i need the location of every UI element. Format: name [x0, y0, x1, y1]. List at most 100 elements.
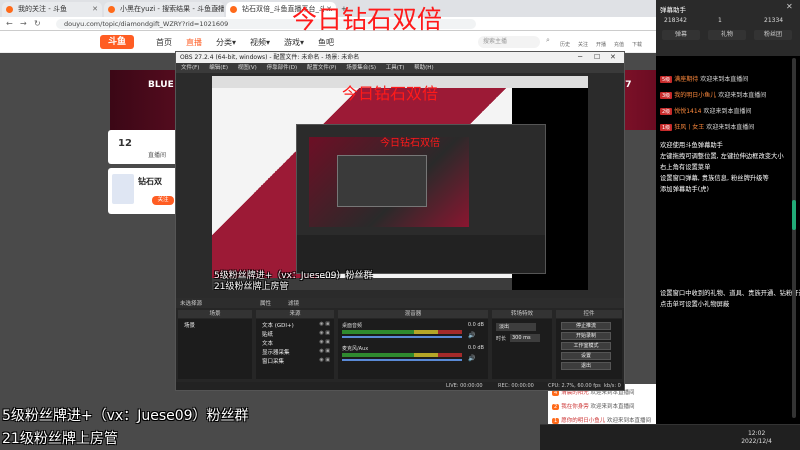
danmaku-message: 2级 悦悦1414 欢迎来到本直播间 [660, 108, 752, 115]
chat-line: 2 我在你身旁 欢迎来到本直播间 [552, 404, 635, 410]
eye-icon[interactable]: ◉ ▣ [319, 321, 330, 327]
live-time: LIVE: 00:00:00 [446, 383, 483, 389]
preview-headline: 今日钻石双倍 [342, 84, 439, 103]
start-recording-button[interactable]: 开始录制 [561, 332, 611, 340]
header-download[interactable]: 下载 [632, 41, 642, 48]
follower-count: 1 [718, 17, 722, 24]
menu-docks[interactable]: 停靠部件(D) [267, 65, 298, 71]
transitions-panel: 淡出 时长 300 ms [492, 319, 552, 379]
duration-input[interactable]: 300 ms [510, 334, 540, 342]
header-recharge[interactable]: 充值 [614, 41, 624, 48]
help-text: 设置窗口中收到的礼物、道具、贵族开通、钻粉开通 [660, 290, 800, 297]
nav-live[interactable]: 直播 [186, 37, 202, 48]
maximize-icon[interactable]: ☐ [594, 52, 600, 63]
follow-button[interactable]: 关注 [152, 196, 174, 205]
mixer-mic-label: 麦克风/Aux [342, 346, 369, 352]
forward-icon[interactable]: → [20, 19, 27, 28]
danmaku-message: 1级 狂风丨女王 欢迎来到本直播间 [660, 124, 755, 131]
nav-category[interactable]: 分类▾ [216, 37, 236, 48]
close-icon[interactable]: ✕ [92, 2, 98, 17]
nav-home[interactable]: 首页 [156, 37, 172, 48]
studio-mode-button[interactable]: 工作室模式 [561, 342, 611, 350]
filters-button[interactable]: 滤镜 [288, 299, 299, 307]
tab-gifts[interactable]: 礼物 [708, 30, 746, 40]
controls-panel: 停止推流 开始录制 工作室模式 设置 退出 [556, 319, 622, 379]
eye-icon[interactable]: ◉ ▣ [319, 348, 330, 354]
scene-item[interactable]: 场景 [184, 321, 195, 329]
danmaku-panel: 弹幕助手 ✕ 218342 1 21334 弹幕 礼物 粉丝团 5级 满座期待 欢迎… [656, 0, 800, 450]
menu-file[interactable]: 文件(F) [181, 65, 199, 71]
tab-fan-group[interactable]: 粉丝团 [754, 30, 792, 40]
transition-select[interactable]: 淡出 [496, 323, 536, 331]
scenes-list[interactable]: 场景 [178, 319, 252, 379]
source-toolbar: 未选择源 属性 滤镜 [176, 298, 624, 308]
source-item[interactable]: 贴纸 [262, 330, 273, 338]
menu-scene-collection[interactable]: 场景集合(S) [346, 65, 376, 71]
help-text: 设置窗口弹幕, 贵族信息, 粉丝牌升级等 [660, 175, 769, 182]
eye-icon[interactable]: ◉ ▣ [319, 330, 330, 336]
sources-list[interactable]: 文本 (GDI+) 贴纸 文本 显示器采集 窗口采集 ◉ ▣ ◉ ▣ ◉ ▣ ◉… [256, 319, 334, 379]
nav-video[interactable]: 视频▾ [250, 37, 270, 48]
speaker-icon[interactable]: 🔊 [468, 332, 475, 339]
search-icon[interactable]: ⌕ [546, 36, 550, 45]
header-history[interactable]: 历史 [560, 41, 570, 48]
clock-time: 12:02 [747, 430, 766, 437]
taskbar-clock[interactable]: 12:02 2022/12/4 [741, 430, 772, 446]
close-icon[interactable]: ✕ [610, 52, 616, 63]
properties-button[interactable]: 属性 [260, 299, 271, 307]
douyu-logo[interactable]: 斗鱼 [100, 35, 134, 49]
eye-icon[interactable]: ◉ ▣ [319, 357, 330, 363]
minimize-icon[interactable]: ─ [578, 52, 582, 63]
header-start-live[interactable]: 开播 [596, 41, 606, 48]
browser-tab[interactable]: 我的关注 - 斗鱼 ✕ [2, 2, 102, 17]
anchor-avatar [112, 174, 134, 204]
help-text: 点击单可设置小礼物屏蔽 [660, 301, 730, 308]
menu-edit[interactable]: 编辑(E) [209, 65, 228, 71]
eye-icon[interactable]: ◉ ▣ [319, 339, 330, 345]
danmaku-message: 5级 满座期待 欢迎来到本直播间 [660, 76, 749, 83]
speaker-icon[interactable]: 🔊 [468, 355, 475, 362]
reload-icon[interactable]: ↻ [34, 19, 41, 28]
dock-scenes-header: 场景 [178, 310, 252, 318]
site-search-input[interactable]: 搜索主播 [478, 36, 540, 48]
source-item[interactable]: 文本 (GDI+) [262, 321, 294, 329]
nav-game[interactable]: 游戏▾ [284, 37, 304, 48]
tab-danmaku[interactable]: 弹幕 [662, 30, 700, 40]
help-text: 右上角有设置菜单 [660, 164, 711, 171]
desktop-volume-slider[interactable] [342, 336, 462, 338]
no-source-label: 未选择源 [180, 301, 203, 307]
nav-yuba[interactable]: 鱼吧 [318, 37, 334, 48]
header-follow[interactable]: 关注 [578, 41, 588, 48]
close-icon[interactable]: ✕ [786, 2, 793, 11]
dock-transitions-header: 转场特效 [492, 310, 552, 318]
help-text: 欢迎使用斗鱼弹幕助手 [660, 142, 723, 149]
panel-scrollbar[interactable] [792, 58, 796, 418]
exit-button[interactable]: 退出 [561, 362, 611, 370]
mixer-desktop-label: 桌面音频 [342, 323, 363, 329]
menu-profile[interactable]: 配置文件(P) [307, 65, 337, 71]
heat-count: 21334 [764, 17, 784, 24]
danmaku-panel-header: 弹幕助手 ✕ 218342 1 21334 弹幕 礼物 粉丝团 [656, 0, 800, 56]
help-text: 左键拖拽可调整位置, 左键拉伸边框改变大小 [660, 153, 784, 160]
rank-count: 12 [118, 138, 132, 149]
menu-tools[interactable]: 工具(T) [386, 65, 405, 71]
browser-tab[interactable]: 小黑在yuzi - 搜索结果 - 斗鱼直播 ✕ [104, 2, 224, 17]
mic-volume-slider[interactable] [342, 359, 462, 361]
source-item[interactable]: 文本 [262, 339, 273, 347]
settings-button[interactable]: 设置 [561, 352, 611, 360]
rank-label: 直播间 [148, 152, 167, 159]
close-icon[interactable]: ✕ [214, 2, 220, 17]
stop-streaming-button[interactable]: 停止推流 [561, 322, 611, 330]
source-item[interactable]: 显示器采集 [262, 348, 290, 356]
back-icon[interactable]: ← [6, 19, 13, 28]
obs-title-text: OBS 27.2.4 (64-bit, windows) - 配置文件: 未命名… [180, 54, 360, 61]
mixer-mic-db: 0.0 dB [467, 345, 484, 351]
cpu-fps: CPU: 2.7%, 60.00 fps [548, 383, 601, 389]
audio-mixer: 桌面音频 0.0 dB 🔊 麦克风/Aux 0.0 dB 🔊 [338, 319, 488, 379]
help-text: 添加弹幕助手(虎) [660, 186, 709, 193]
menu-help[interactable]: 帮助(H) [414, 65, 433, 71]
menu-view[interactable]: 视图(V) [238, 65, 257, 71]
panel-scrollbar-thumb[interactable] [792, 200, 796, 230]
obs-preview[interactable]: 今日钻石双倍 今日钻石双倍 5级粉丝牌进+（vx：Juese09）粉丝群 21级… [212, 76, 588, 290]
source-item[interactable]: 窗口采集 [262, 357, 284, 365]
